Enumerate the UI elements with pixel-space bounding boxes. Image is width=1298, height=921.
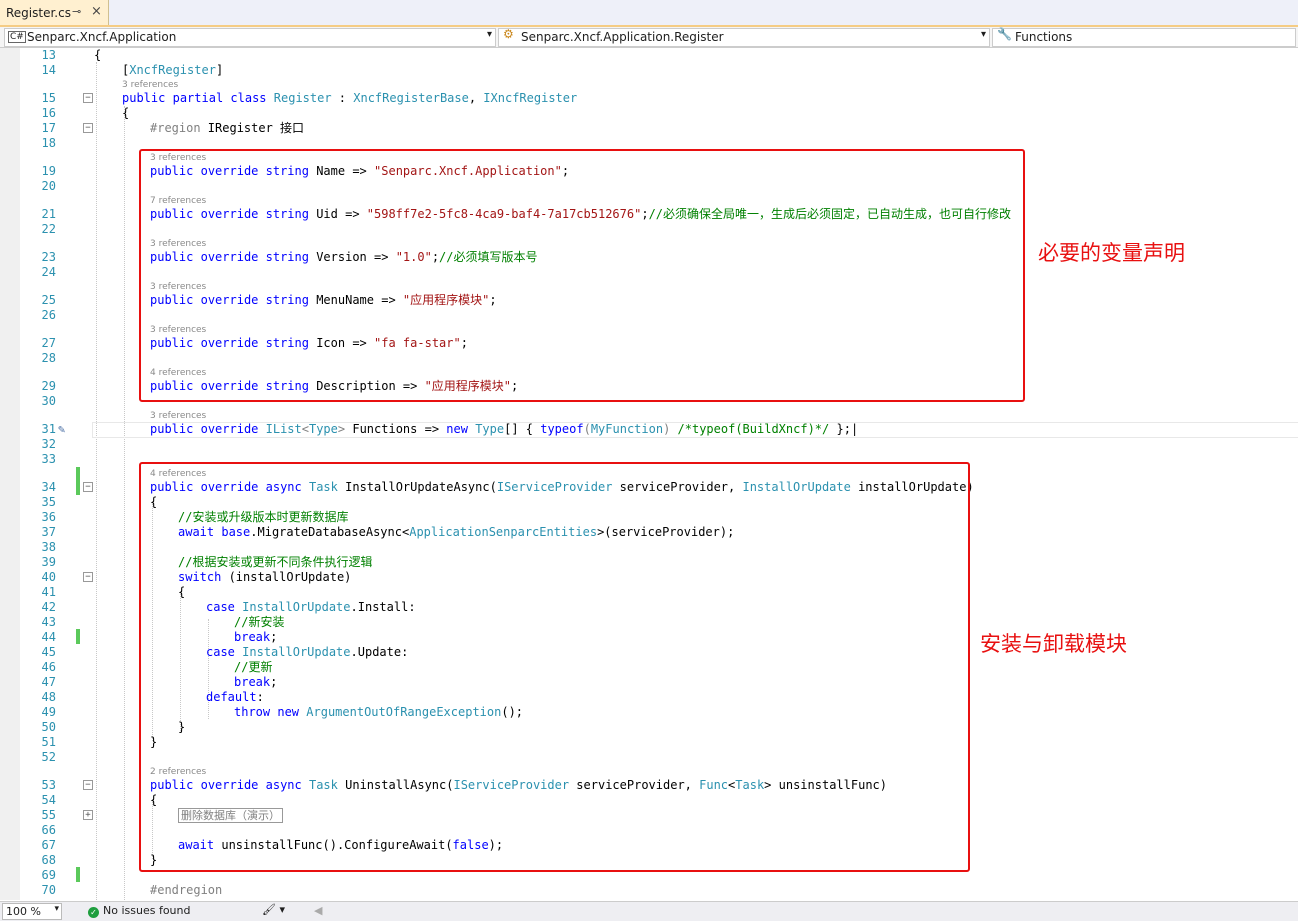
close-icon[interactable]: ×: [91, 4, 102, 19]
chevron-down-icon: ▾: [980, 29, 986, 40]
code-line: 14 [XncfRegister]: [0, 63, 1298, 78]
issues-text: No issues found: [103, 904, 191, 917]
code-line: 32: [0, 437, 1298, 452]
annotation-install: 安装与卸载模块: [980, 633, 1127, 656]
chevron-down-icon: ▾: [54, 904, 59, 914]
line-number: 29: [41, 379, 56, 393]
line-number: 13: [41, 48, 56, 62]
check-circle-icon: ✓: [88, 907, 99, 918]
status-bar: 100 % ▾ ✓ No issues found 🖌 ▾ ◀: [0, 901, 1298, 921]
pin-icon[interactable]: ⊸: [72, 5, 81, 18]
scroll-left-icon[interactable]: ◀: [314, 904, 322, 917]
line-number: 50: [41, 720, 56, 734]
code-line: 16 {: [0, 106, 1298, 121]
line-number: 53: [41, 778, 56, 792]
annotation-variables: 必要的变量声明: [1038, 242, 1185, 265]
class-dropdown[interactable]: ⚙ Senparc.Xncf.Application.Register ▾: [498, 28, 990, 47]
codelens-references[interactable]: 3 references: [150, 410, 206, 422]
line-number: 38: [41, 540, 56, 554]
line-number: 39: [41, 555, 56, 569]
line-number: 21: [41, 207, 56, 221]
line-number: 48: [41, 690, 56, 704]
line-number: 26: [41, 308, 56, 322]
tab-label: Register.cs: [6, 6, 71, 20]
wrench-icon: 🔧: [997, 27, 1012, 41]
navigation-bar: C# Senparc.Xncf.Application ▾ ⚙ Senparc.…: [0, 27, 1298, 48]
line-number: 46: [41, 660, 56, 674]
line-number: 32: [41, 437, 56, 451]
annotation-box-install: [139, 462, 970, 872]
code-line: 15 public partial class Register : XncfR…: [0, 91, 1298, 106]
line-number: 25: [41, 293, 56, 307]
line-number: 31: [41, 422, 56, 436]
line-number: 70: [41, 883, 56, 897]
line-number: 16: [41, 106, 56, 120]
line-number: 30: [41, 394, 56, 408]
document-tab-bar: Register.cs ⊸ ×: [0, 0, 1298, 27]
line-number: 28: [41, 351, 56, 365]
line-number: 37: [41, 525, 56, 539]
code-line: 70 #endregion: [0, 883, 1298, 898]
line-number: 49: [41, 705, 56, 719]
code-editor[interactable]: − − − − − + ✎ 13 { 14 [XncfRegister] 3 r…: [0, 48, 1298, 900]
line-number: 51: [41, 735, 56, 749]
line-number: 44: [41, 630, 56, 644]
tab-register-cs[interactable]: Register.cs ⊸ ×: [0, 0, 109, 25]
line-number: 47: [41, 675, 56, 689]
line-number: 54: [41, 793, 56, 807]
project-dropdown[interactable]: C# Senparc.Xncf.Application ▾: [4, 28, 496, 47]
member-dropdown[interactable]: 🔧 Functions: [992, 28, 1296, 47]
line-number: 20: [41, 179, 56, 193]
line-number: 40: [41, 570, 56, 584]
class-name: Senparc.Xncf.Application.Register: [521, 30, 724, 44]
line-number: 35: [41, 495, 56, 509]
code-cleanup-icon[interactable]: 🖌 ▾: [262, 903, 285, 916]
member-name: Functions: [1015, 30, 1073, 44]
line-number: 69: [41, 868, 56, 882]
class-icon: ⚙: [503, 27, 514, 41]
zoom-dropdown[interactable]: 100 % ▾: [2, 903, 62, 920]
line-number: 43: [41, 615, 56, 629]
code-line: 17 #region IRegister 接口: [0, 121, 1298, 136]
code-line: 31 public override IList<Type> Functions…: [0, 422, 1298, 437]
line-number: 66: [41, 823, 56, 837]
line-number: 41: [41, 585, 56, 599]
line-number: 67: [41, 838, 56, 852]
line-number: 14: [41, 63, 56, 77]
line-number: 68: [41, 853, 56, 867]
line-number: 34: [41, 480, 56, 494]
codelens-references[interactable]: 3 references: [122, 79, 178, 91]
issues-indicator[interactable]: ✓ No issues found: [88, 904, 190, 918]
chevron-down-icon: ▾: [486, 29, 492, 40]
line-number: 27: [41, 336, 56, 350]
annotation-box-variables: [139, 149, 1025, 402]
line-number: 52: [41, 750, 56, 764]
line-number: 18: [41, 136, 56, 150]
line-number: 36: [41, 510, 56, 524]
line-number: 33: [41, 452, 56, 466]
zoom-level: 100 %: [6, 905, 41, 918]
line-number: 17: [41, 121, 56, 135]
line-number: 42: [41, 600, 56, 614]
line-number: 24: [41, 265, 56, 279]
line-number: 22: [41, 222, 56, 236]
line-number: 15: [41, 91, 56, 105]
project-name: Senparc.Xncf.Application: [27, 30, 177, 44]
line-number: 45: [41, 645, 56, 659]
line-number: 23: [41, 250, 56, 264]
code-line: 13 {: [0, 48, 1298, 63]
line-number: 19: [41, 164, 56, 178]
csharp-project-icon: C#: [8, 31, 26, 43]
line-number: 55: [41, 808, 56, 822]
